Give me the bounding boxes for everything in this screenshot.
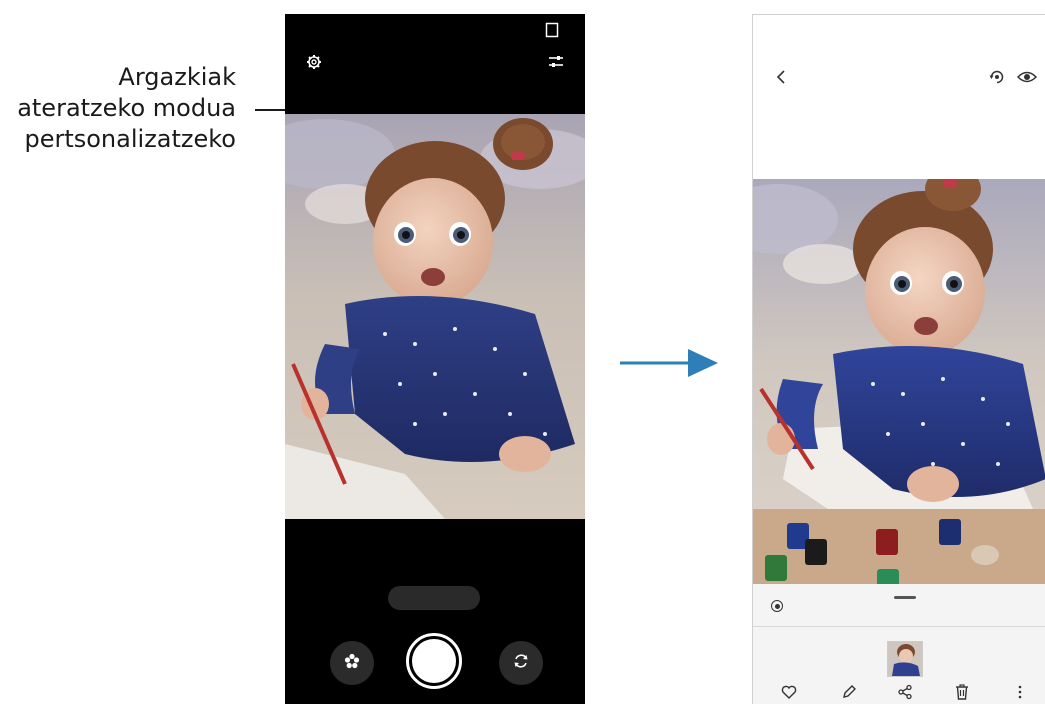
gear-icon[interactable] [302, 50, 326, 74]
switch-camera-button[interactable] [499, 641, 543, 685]
effects-button[interactable] [330, 641, 374, 685]
share-icon[interactable] [893, 680, 917, 704]
panel-divider [753, 626, 1045, 627]
single-take-panel [753, 584, 1045, 704]
camera-screen [285, 14, 585, 704]
eye-icon[interactable] [1015, 65, 1039, 89]
viewfinder-preview [285, 114, 585, 519]
back-icon[interactable] [769, 65, 793, 89]
mode-selector[interactable] [285, 586, 585, 610]
single-take-radio[interactable] [771, 600, 783, 612]
gallery-screen [752, 14, 1045, 704]
effects-icon [344, 653, 360, 674]
drag-handle[interactable] [894, 596, 916, 599]
trash-icon[interactable] [950, 680, 974, 704]
more-icon[interactable] [1008, 680, 1032, 704]
pencil-icon[interactable] [837, 680, 861, 704]
transition-arrow-icon [620, 349, 718, 377]
heart-icon[interactable] [777, 680, 801, 704]
aspect-ratio-icon[interactable] [540, 18, 564, 42]
shutter-button[interactable] [406, 633, 462, 689]
gallery-photo [753, 179, 1045, 584]
shutter-icon [412, 639, 456, 683]
switch-camera-icon [512, 652, 530, 675]
thumbnail[interactable] [887, 641, 923, 677]
radio-dot-icon [774, 603, 780, 609]
mode-selected[interactable] [388, 586, 480, 610]
sliders-icon[interactable] [544, 50, 568, 74]
remaster-icon[interactable] [985, 65, 1009, 89]
